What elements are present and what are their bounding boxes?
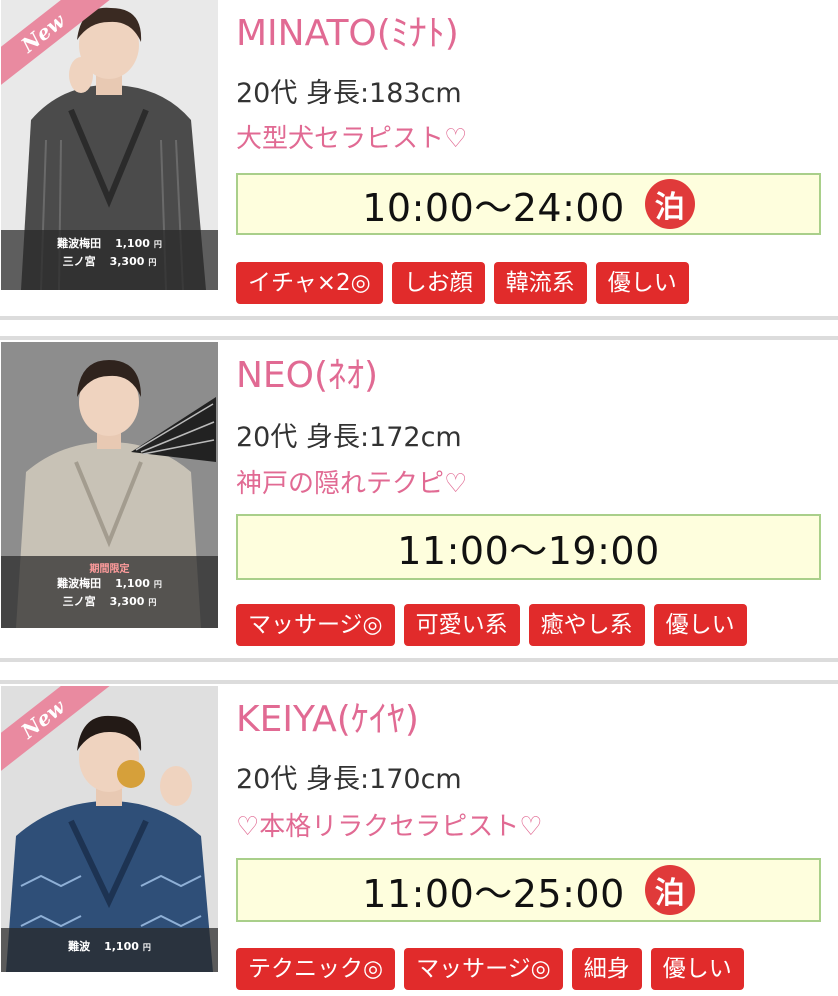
- price-area: 難波梅田: [57, 577, 102, 590]
- price-unit: 円: [153, 239, 162, 249]
- therapist-catchphrase: 神戸の隠れテクピ♡: [236, 469, 468, 499]
- therapist-photo[interactable]: New 難波梅田 1,100 円 三ノ宮 3,300 円: [1, 0, 218, 290]
- tag: しお顔: [391, 262, 485, 304]
- therapist-card[interactable]: New 難波梅田 1,100 円 三ノ宮 3,300 円 MINATO(ﾐﾅﾄ) 2…: [0, 0, 838, 320]
- tag: マッサージ◎: [236, 604, 395, 646]
- price-box: 難波梅田 1,100 円 三ノ宮 3,300 円: [1, 230, 218, 290]
- therapist-spec: 20代 身長:170cm: [236, 764, 462, 795]
- tag: 優しい: [595, 262, 689, 304]
- price-row: 難波梅田 1,100 円: [1, 234, 218, 252]
- price-value: 1,100: [104, 939, 139, 953]
- tag: マッサージ◎: [404, 948, 563, 990]
- schedule-box: 10:00〜24:00 泊: [236, 173, 821, 235]
- card-divider: [0, 316, 838, 320]
- card-divider: [0, 680, 838, 684]
- therapist-card[interactable]: 期間限定 難波梅田 1,100 円 三ノ宮 3,300 円 NEO(ﾈｵ) 20代 …: [0, 336, 838, 662]
- therapist-photo[interactable]: 期間限定 難波梅田 1,100 円 三ノ宮 3,300 円: [1, 342, 218, 628]
- therapist-catchphrase: ♡本格リラクセラピスト♡: [236, 812, 543, 842]
- therapist-spec: 20代 身長:172cm: [236, 422, 462, 453]
- tag: テクニック◎: [236, 948, 396, 990]
- therapist-spec: 20代 身長:183cm: [236, 78, 462, 109]
- schedule-box: 11:00〜25:00 泊: [236, 858, 821, 922]
- card-divider: [0, 658, 838, 662]
- tag: イチャ×2◎: [236, 262, 383, 304]
- tag-list: イチャ×2◎ しお顔 韓流系 優しい: [236, 262, 689, 304]
- price-unit: 円: [153, 579, 162, 589]
- therapist-name[interactable]: NEO(ﾈｵ): [236, 356, 378, 396]
- price-area: 難波梅田: [57, 237, 102, 250]
- limited-label: 期間限定: [89, 564, 130, 575]
- schedule-box: 11:00〜19:00: [236, 514, 821, 580]
- price-box: 難波 1,100 円: [1, 928, 218, 972]
- card-divider: [0, 336, 838, 340]
- price-unit: 円: [148, 597, 157, 607]
- price-unit: 円: [142, 942, 151, 952]
- therapist-name[interactable]: MINATO(ﾐﾅﾄ): [236, 14, 459, 54]
- therapist-card[interactable]: New 難波 1,100 円 KEIYA(ｹｲﾔ) 20代 身長:170cm ♡本…: [0, 680, 838, 996]
- therapist-photo[interactable]: New 難波 1,100 円: [1, 686, 218, 972]
- overnight-badge: 泊: [644, 179, 695, 229]
- tag: 優しい: [653, 604, 747, 646]
- schedule-time: 10:00〜24:00: [362, 185, 625, 230]
- tag: 優しい: [650, 948, 744, 990]
- tag: 癒やし系: [528, 604, 645, 646]
- overnight-badge: 泊: [644, 865, 695, 915]
- price-box: 期間限定 難波梅田 1,100 円 三ノ宮 3,300 円: [1, 556, 218, 628]
- therapist-name[interactable]: KEIYA(ｹｲﾔ): [236, 700, 419, 740]
- price-row: 難波梅田 1,100 円: [1, 574, 218, 592]
- price-value: 1,100: [115, 236, 150, 250]
- price-area: 難波: [68, 940, 91, 953]
- tag: 韓流系: [493, 262, 587, 304]
- price-row: 三ノ宮 3,300 円: [1, 592, 218, 610]
- tag: 細身: [571, 948, 642, 990]
- price-value: 3,300: [109, 594, 145, 608]
- tag-list: マッサージ◎ 可愛い系 癒やし系 優しい: [236, 604, 747, 646]
- price-area: 三ノ宮: [62, 595, 96, 608]
- price-value: 3,300: [109, 254, 145, 268]
- price-value: 1,100: [115, 576, 150, 590]
- price-unit: 円: [148, 257, 157, 267]
- price-row: 難波 1,100 円: [1, 932, 218, 960]
- schedule-time: 11:00〜19:00: [397, 528, 660, 573]
- schedule-time: 11:00〜25:00: [362, 871, 625, 916]
- tag-list: テクニック◎ マッサージ◎ 細身 優しい: [236, 948, 744, 990]
- tag: 可愛い系: [403, 604, 520, 646]
- price-area: 三ノ宮: [62, 255, 96, 268]
- price-row: 三ノ宮 3,300 円: [1, 252, 218, 270]
- therapist-catchphrase: 大型犬セラピスト♡: [236, 124, 468, 154]
